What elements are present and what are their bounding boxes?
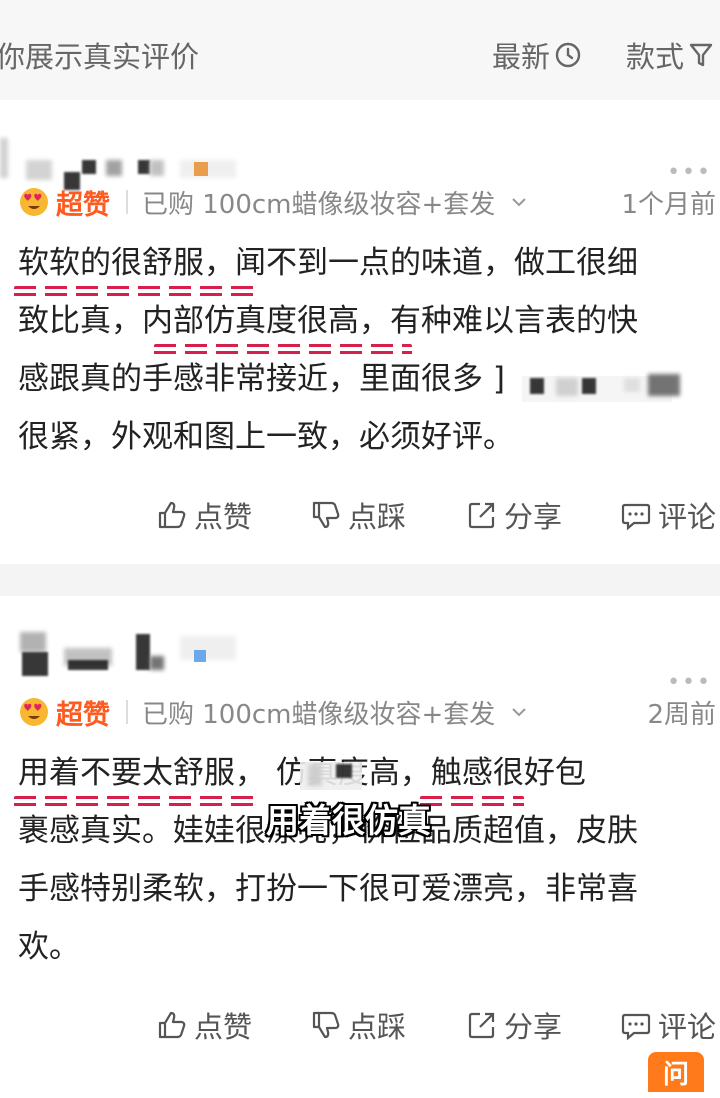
divider [126,190,128,214]
share-icon [468,502,495,529]
highlight-underline [14,796,258,806]
masked-text [624,378,640,392]
comment-icon [621,1013,651,1041]
masked-username [82,160,96,174]
thumbs-down-icon [312,501,340,529]
thumbs-down-icon [312,1011,340,1039]
like-button[interactable]: 点赞 [156,1004,252,1046]
review-actions: 点赞 点踩 分享 评论 [0,1004,720,1048]
review-line: 致比真，内部仿真度很高，有种难以言表的快 [18,303,638,339]
filter-style-button[interactable]: 款式 [626,34,714,76]
ask-button[interactable]: 问 [648,1052,704,1092]
share-icon [468,1012,495,1039]
card-separator [0,564,720,596]
masked-username [150,160,164,176]
dislike-button[interactable]: 点踩 [310,494,406,536]
level-badge-dot [194,650,206,662]
highlight-underline [14,286,258,296]
review-meta: 超赞 已购 100cm蜡像级妆容+套发 1个月前 [18,182,718,222]
review-section-title: 你展示真实评价 [0,40,200,74]
reviewer-info: ••• [0,130,720,190]
dislike-label: 点踩 [348,500,407,534]
review-line: 手感特别柔软，打扮一下很可爱漂亮，非常喜 [18,871,638,907]
level-badge [180,636,236,660]
review-text: 用着不要太舒服， 仿真度高，触感很好包 裹感真实。娃娃很漂亮，价位品质超值，皮肤… [18,744,714,976]
divider [126,700,128,724]
masked-username [68,660,108,670]
comment-icon [621,503,651,531]
filter-label: 款式 [626,40,685,74]
rating-badge: 超赞 [56,699,110,731]
review-card: ••• 超赞 已购 100cm蜡像级妆容+套发 1个月前 软软的很舒服，闻不到一… [0,100,720,564]
masked-username [106,160,122,176]
funnel-icon [689,43,713,67]
rating-badge: 超赞 [56,189,110,221]
masked-username [136,634,150,670]
review-line: 欢。 [18,929,80,965]
review-meta: 超赞 已购 100cm蜡像级妆容+套发 2周前 [18,692,718,732]
heart-eyes-emoji-icon [20,188,48,216]
masked-text [648,374,680,396]
share-label: 分享 [504,1010,563,1044]
review-line: 很紧，外观和图上一致，必须好评。 [18,419,514,455]
dislike-button[interactable]: 点踩 [310,1004,406,1046]
masked-username [138,160,150,174]
sort-label: 最新 [492,40,551,74]
review-time: 1个月前 [621,189,716,220]
review-time: 2周前 [647,699,716,730]
masked-username [150,656,164,670]
thumbs-up-icon [158,1011,186,1039]
thumbs-up-icon [158,501,186,529]
review-header: 你展示真实评价 最新 款式 [0,0,720,100]
share-button[interactable]: 分享 [466,1004,562,1046]
like-button[interactable]: 点赞 [156,494,252,536]
like-label: 点赞 [194,500,253,534]
review-actions: 点赞 点踩 分享 评论 [0,494,720,538]
purchased-variant[interactable]: 已购 100cm蜡像级妆容+套发 [142,694,495,731]
purchased-variant[interactable]: 已购 100cm蜡像级妆容+套发 [142,184,495,221]
dislike-label: 点踩 [348,1010,407,1044]
sort-latest-button[interactable]: 最新 [492,34,582,76]
masked-text [336,764,352,778]
share-label: 分享 [504,500,563,534]
level-badge [180,160,236,178]
comment-button[interactable]: 评论 [620,1004,716,1046]
heart-eyes-emoji-icon [20,698,48,726]
share-button[interactable]: 分享 [466,494,562,536]
reviewer-info: ••• [0,626,720,695]
avatar [20,632,46,652]
chevron-down-icon[interactable] [509,702,529,722]
masked-username [26,160,52,180]
review-line: 软软的很舒服，闻不到一点的味道，做工很细 [18,245,638,281]
avatar [0,138,8,178]
highlight-underline [420,796,524,806]
clock-icon [555,42,581,68]
masked-text [308,764,322,786]
comment-label: 评论 [658,1010,717,1044]
like-label: 点赞 [194,1010,253,1044]
comment-button[interactable]: 评论 [620,494,716,536]
video-caption-overlay: 用着很仿真 [266,801,431,840]
masked-text [556,378,578,396]
avatar [22,652,48,676]
chevron-down-icon[interactable] [509,192,529,212]
masked-text [582,378,596,394]
highlight-underline [154,344,412,354]
comment-label: 评论 [658,500,717,534]
masked-text [530,378,544,394]
level-badge-dot [194,162,208,176]
